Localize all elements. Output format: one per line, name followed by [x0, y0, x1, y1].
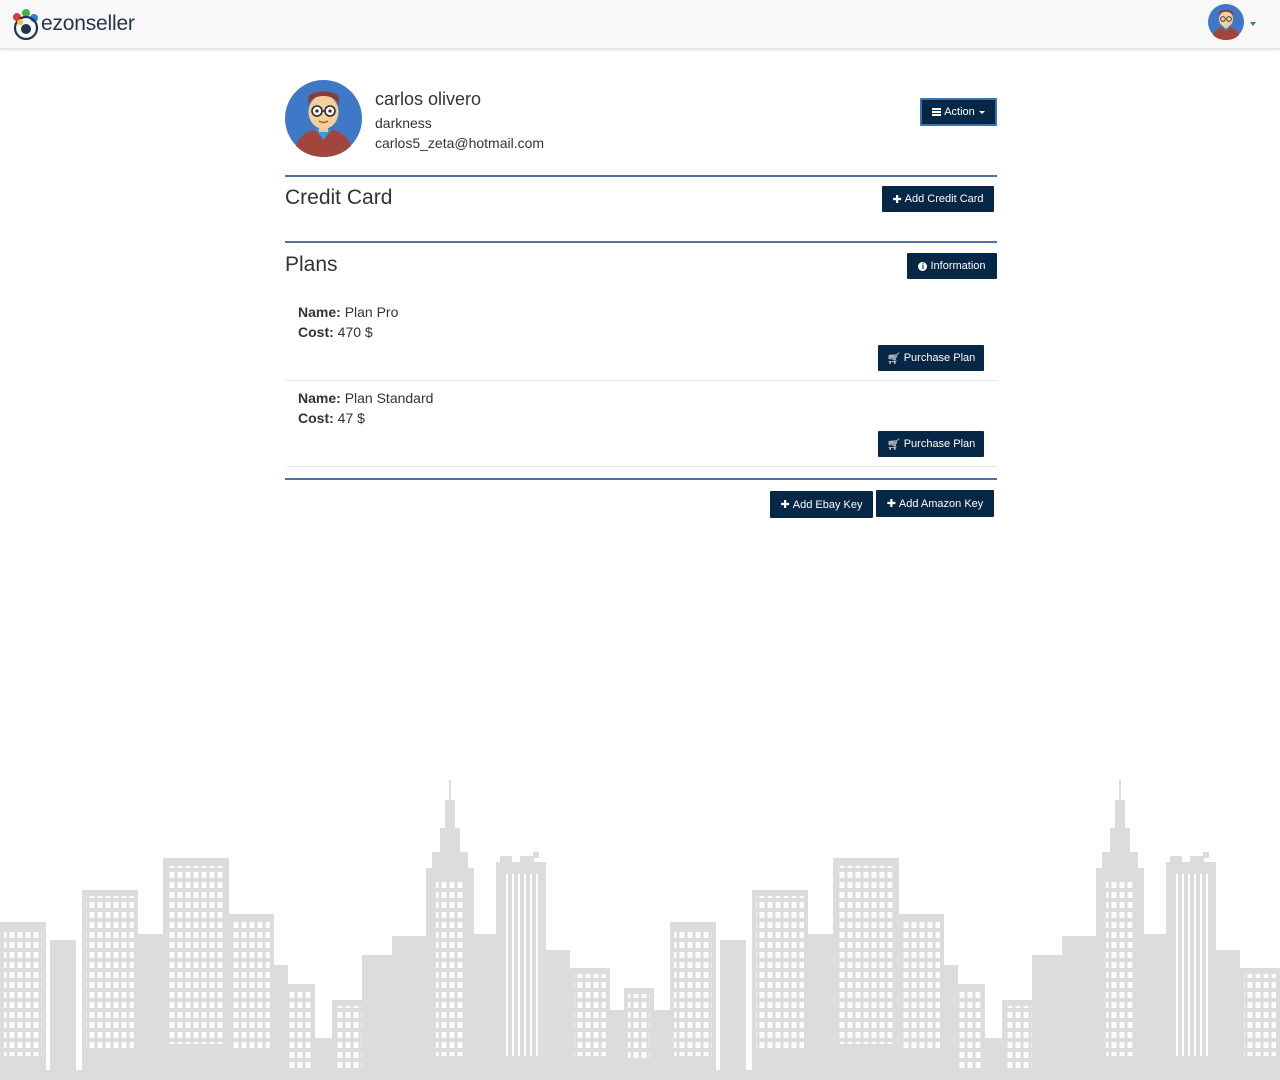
plan-name-label: Name:: [298, 390, 341, 406]
user-avatar-icon[interactable]: [1208, 4, 1244, 40]
add-amazon-key-label: Add Amazon Key: [898, 497, 984, 510]
plan-cost-label: Cost:: [298, 410, 334, 426]
add-credit-card-button[interactable]: ✚ Add Credit Card: [882, 186, 994, 212]
section-divider: [285, 241, 997, 243]
add-credit-card-label: Add Credit Card: [904, 193, 984, 205]
profile-username: darkness: [375, 115, 432, 131]
plan-cost: 47 $: [337, 410, 365, 426]
section-divider: [285, 175, 997, 177]
brand-name: ezonseller: [41, 12, 135, 35]
plus-icon: ✚: [886, 498, 896, 510]
information-label: Information: [930, 260, 986, 272]
user-menu-caret-icon[interactable]: [1250, 22, 1256, 26]
purchase-plan-label: Purchase Plan: [903, 438, 976, 450]
profile-email: carlos5_zeta@hotmail.com: [375, 135, 545, 151]
plan-name-line: Name: Plan Standard: [298, 390, 433, 406]
brand-logo[interactable]: ezonseller: [11, 8, 135, 40]
purchase-plan-button[interactable]: 🛒︎ Purchase Plan: [878, 431, 984, 457]
profile-avatar-icon: [285, 80, 362, 157]
caret-down-icon: [978, 110, 985, 114]
bars-icon: [932, 107, 942, 117]
profile-name: carlos olivero: [375, 89, 482, 109]
top-navbar: ezonseller: [0, 0, 1280, 49]
add-amazon-key-button[interactable]: ✚ Add Amazon Key: [876, 490, 994, 517]
plus-icon: ✚: [780, 499, 790, 511]
plan-name-label: Name:: [298, 304, 341, 320]
action-button-label: Action: [944, 106, 975, 118]
cart-icon: 🛒︎: [886, 352, 901, 365]
section-divider: [285, 478, 997, 480]
purchase-plan-button[interactable]: 🛒︎ Purchase Plan: [878, 345, 984, 371]
plan-item: Name: Plan Standard Cost: 47 $ 🛒︎ Purcha…: [285, 380, 997, 467]
purchase-plan-label: Purchase Plan: [903, 352, 976, 364]
add-ebay-key-button[interactable]: ✚ Add Ebay Key: [770, 491, 873, 518]
credit-card-title: Credit Card: [285, 186, 393, 209]
city-skyline-illustration: [0, 780, 1280, 1080]
plus-icon: ✚: [892, 193, 902, 206]
plan-item: Name: Plan Pro Cost: 470 $ 🛒︎ Purchase P…: [285, 294, 997, 381]
info-circle-icon: i: [918, 261, 928, 271]
logo-icon: [13, 9, 39, 40]
plan-name-line: Name: Plan Pro: [298, 304, 398, 320]
plan-name: Plan Standard: [344, 390, 434, 406]
plan-cost-label: Cost:: [298, 324, 334, 340]
plan-cost-line: Cost: 470 $: [298, 324, 373, 340]
plans-title: Plans: [285, 253, 338, 276]
cart-icon: 🛒︎: [886, 438, 901, 451]
plan-cost: 470 $: [337, 324, 373, 340]
plan-cost-line: Cost: 47 $: [298, 410, 365, 426]
information-button[interactable]: i Information: [907, 253, 997, 279]
action-dropdown-button[interactable]: Action: [920, 98, 997, 126]
plan-name: Plan Pro: [344, 304, 399, 320]
add-ebay-key-label: Add Ebay Key: [792, 498, 863, 511]
